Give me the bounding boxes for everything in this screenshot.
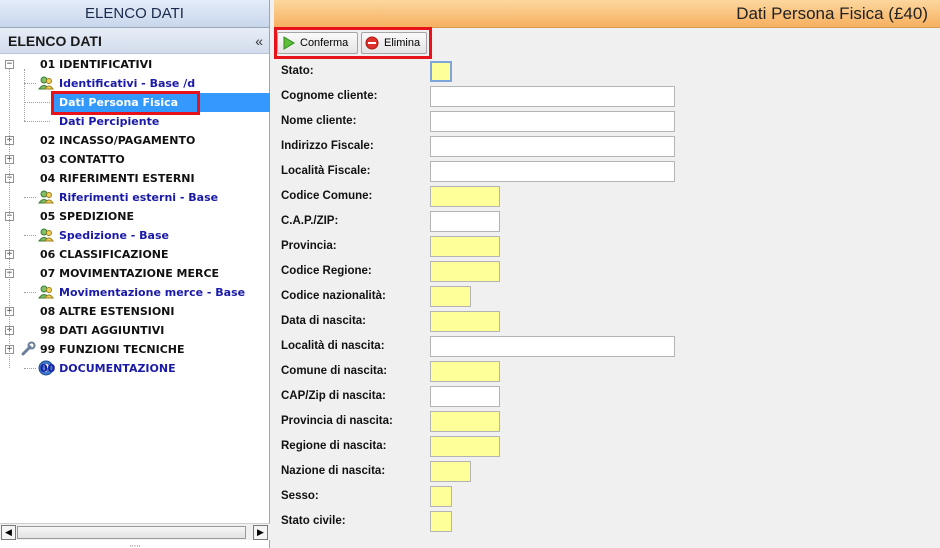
data-tree: −01 IDENTIFICATIVI Identificativi - Base … — [0, 55, 270, 522]
resize-grip[interactable]: ,,,,, — [0, 540, 270, 548]
field-label: Stato civile: — [281, 515, 346, 527]
field-input[interactable] — [430, 211, 500, 232]
tree-item[interactable]: 01 IDENTIFICATIVI — [40, 55, 152, 74]
field-input[interactable] — [430, 411, 500, 432]
tree-title: ELENCO DATI — [8, 32, 102, 49]
tree-item[interactable]: Spedizione - Base — [59, 226, 169, 245]
field-label: Codice nazionalità: — [281, 290, 386, 302]
field-input[interactable] — [430, 286, 471, 307]
scroll-thumb[interactable] — [17, 526, 246, 539]
left-panel-header: ELENCO DATI — [0, 0, 269, 28]
tree-connector — [24, 292, 36, 293]
selection-highlight-box — [51, 91, 200, 115]
horizontal-scrollbar[interactable]: ◀ ▶ — [0, 523, 270, 540]
field-input[interactable] — [430, 486, 452, 507]
tree-connector — [24, 69, 25, 121]
collapse-icon[interactable]: − — [5, 60, 14, 69]
tree-item[interactable]: 04 RIFERIMENTI ESTERNI — [40, 169, 195, 188]
field-label: Località Fiscale: — [281, 165, 371, 177]
field-input[interactable] — [430, 261, 500, 282]
users-icon — [38, 227, 54, 243]
tree-item[interactable]: 02 INCASSO/PAGAMENTO — [40, 131, 195, 150]
field-label: Provincia: — [281, 240, 337, 252]
delete-label: Elimina — [384, 37, 421, 49]
users-icon — [38, 284, 54, 300]
tree-item[interactable]: 08 ALTRE ESTENSIONI — [40, 302, 174, 321]
right-panel: Dati Persona Fisica (£40) Conferma Elimi… — [274, 0, 940, 548]
tree-item[interactable]: 98 DATI AGGIUNTIVI — [40, 321, 164, 340]
field-input[interactable] — [430, 186, 500, 207]
field-label: Nome cliente: — [281, 115, 357, 127]
tree-item[interactable]: 00 DOCUMENTAZIONE — [40, 359, 176, 378]
tree-item[interactable]: 05 SPEDIZIONE — [40, 207, 134, 226]
tree-connector — [24, 83, 36, 84]
field-input[interactable] — [430, 136, 675, 157]
tree-connector — [9, 69, 10, 368]
tree-title-bar: ELENCO DATI « — [0, 28, 269, 54]
play-icon — [283, 36, 295, 50]
delete-icon — [365, 36, 379, 50]
field-label: Codice Regione: — [281, 265, 372, 277]
field-label: C.A.P./ZIP: — [281, 215, 339, 227]
scroll-left-button[interactable]: ◀ — [1, 525, 16, 540]
left-panel: ELENCO DATI ELENCO DATI « − 01 IDENTIFICA… — [0, 0, 270, 548]
field-input[interactable] — [430, 461, 471, 482]
users-icon — [38, 75, 54, 91]
delete-button[interactable]: Elimina — [361, 32, 427, 54]
field-label: Regione di nascita: — [281, 440, 387, 452]
field-input[interactable] — [430, 236, 500, 257]
tree-item[interactable]: 03 CONTATTO — [40, 150, 125, 169]
field-input[interactable] — [430, 511, 452, 532]
scroll-right-button[interactable]: ▶ — [253, 525, 268, 540]
field-input[interactable] — [430, 361, 500, 382]
field-label: Comune di nascita: — [281, 365, 388, 377]
field-label: Stato: — [281, 65, 314, 77]
field-input[interactable] — [430, 311, 500, 332]
wrench-icon — [20, 341, 36, 357]
confirm-button[interactable]: Conferma — [277, 32, 358, 54]
field-input[interactable] — [430, 336, 675, 357]
tree-item[interactable]: 07 MOVIMENTAZIONE MERCE — [40, 264, 219, 283]
field-label: Codice Comune: — [281, 190, 373, 202]
field-label: Sesso: — [281, 490, 319, 502]
field-label: CAP/Zip di nascita: — [281, 390, 386, 402]
tree-connector — [24, 235, 36, 236]
tree-item[interactable]: Movimentazione merce - Base — [59, 283, 245, 302]
tree-item[interactable]: 06 CLASSIFICAZIONE — [40, 245, 169, 264]
field-input[interactable] — [430, 61, 452, 82]
field-label: Data di nascita: — [281, 315, 366, 327]
field-label: Località di nascita: — [281, 340, 385, 352]
field-input[interactable] — [430, 111, 675, 132]
tree-connector — [24, 102, 50, 103]
form-toolbar: Conferma Elimina — [274, 27, 432, 59]
field-input[interactable] — [430, 386, 500, 407]
tree-connector — [24, 368, 36, 369]
form-title: Dati Persona Fisica (£40) — [274, 0, 940, 28]
field-label: Provincia di nascita: — [281, 415, 393, 427]
field-label: Indirizzo Fiscale: — [281, 140, 374, 152]
field-input[interactable] — [430, 436, 500, 457]
tree-connector — [24, 197, 36, 198]
collapse-panel-icon[interactable]: « — [255, 33, 263, 49]
field-input[interactable] — [430, 86, 675, 107]
confirm-label: Conferma — [300, 37, 349, 49]
field-label: Cognome cliente: — [281, 90, 378, 102]
tree-connector — [24, 121, 50, 122]
users-icon — [38, 189, 54, 205]
field-input[interactable] — [430, 161, 675, 182]
tree-item[interactable]: 99 FUNZIONI TECNICHE — [40, 340, 185, 359]
tree-item[interactable]: Riferimenti esterni - Base — [59, 188, 218, 207]
field-label: Nazione di nascita: — [281, 465, 386, 477]
